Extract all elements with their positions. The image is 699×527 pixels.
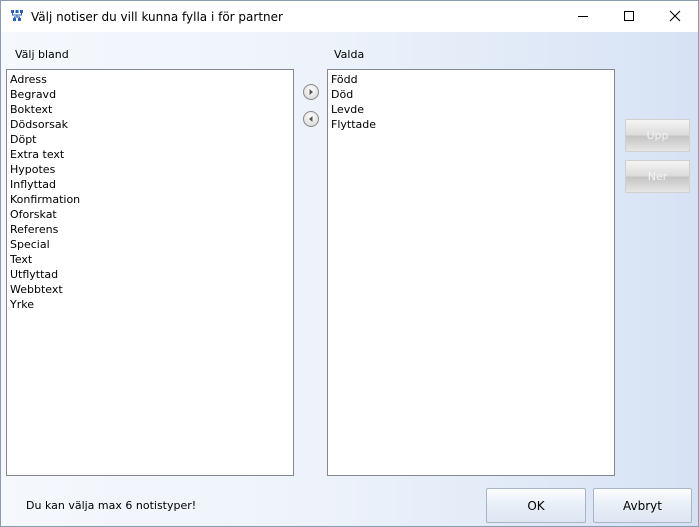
dialog-window: Välj notiser du vill kunna fylla i för p… [0,0,699,527]
arrow-left-icon [309,116,313,122]
move-down-label: Ner [647,170,668,183]
list-item[interactable]: Adress [10,72,290,87]
list-item[interactable]: Dödsorsak [10,117,290,132]
list-item[interactable]: Yrke [10,297,290,312]
list-item[interactable]: Hypotes [10,162,290,177]
cancel-button[interactable]: Avbryt [593,488,692,523]
maximize-icon [624,11,634,21]
list-item[interactable]: Webbtext [10,282,290,297]
arrow-right-icon [309,89,313,95]
remove-button[interactable] [303,111,319,127]
list-item[interactable]: Utflyttad [10,267,290,282]
list-item[interactable]: Referens [10,222,290,237]
maximize-button[interactable] [606,1,652,31]
list-item[interactable]: Konfirmation [10,192,290,207]
available-listbox[interactable]: Adress Begravd Boktext Dödsorsak Döpt Extra t… [6,69,294,476]
list-item[interactable]: Född [331,72,611,87]
list-item[interactable]: Död [331,87,611,102]
list-item[interactable]: Special [10,237,290,252]
cancel-label: Avbryt [623,498,662,513]
tree-icon [10,9,24,23]
ok-label: OK [527,498,545,513]
list-item[interactable]: Inflyttad [10,177,290,192]
list-item[interactable]: Flyttade [331,117,611,132]
list-item[interactable]: Levde [331,102,611,117]
move-down-button[interactable]: Ner [625,160,690,193]
available-label: Välj bland [15,48,69,61]
close-button[interactable] [652,1,698,31]
list-item[interactable]: Begravd [10,87,290,102]
selected-listbox[interactable]: Född Död Levde Flyttade [327,69,615,476]
minimize-icon [578,16,588,17]
list-item[interactable]: Döpt [10,132,290,147]
list-item[interactable]: Boktext [10,102,290,117]
title-bar[interactable]: Välj notiser du vill kunna fylla i för p… [1,1,698,31]
window-title: Välj notiser du vill kunna fylla i för p… [31,10,283,24]
add-button[interactable] [303,84,319,100]
dialog-body: Välj bland Valda Adress Begravd Boktext Död… [1,32,698,526]
move-up-label: Upp [646,129,669,142]
list-item[interactable]: Text [10,252,290,267]
list-item[interactable]: Oforskat [10,207,290,222]
minimize-button[interactable] [560,1,606,31]
selected-label: Valda [334,48,365,61]
list-item[interactable]: Extra text [10,147,290,162]
move-up-button[interactable]: Upp [625,119,690,152]
max-info-text: Du kan välja max 6 notistyper! [26,499,197,512]
close-icon [669,10,681,22]
ok-button[interactable]: OK [486,488,586,523]
